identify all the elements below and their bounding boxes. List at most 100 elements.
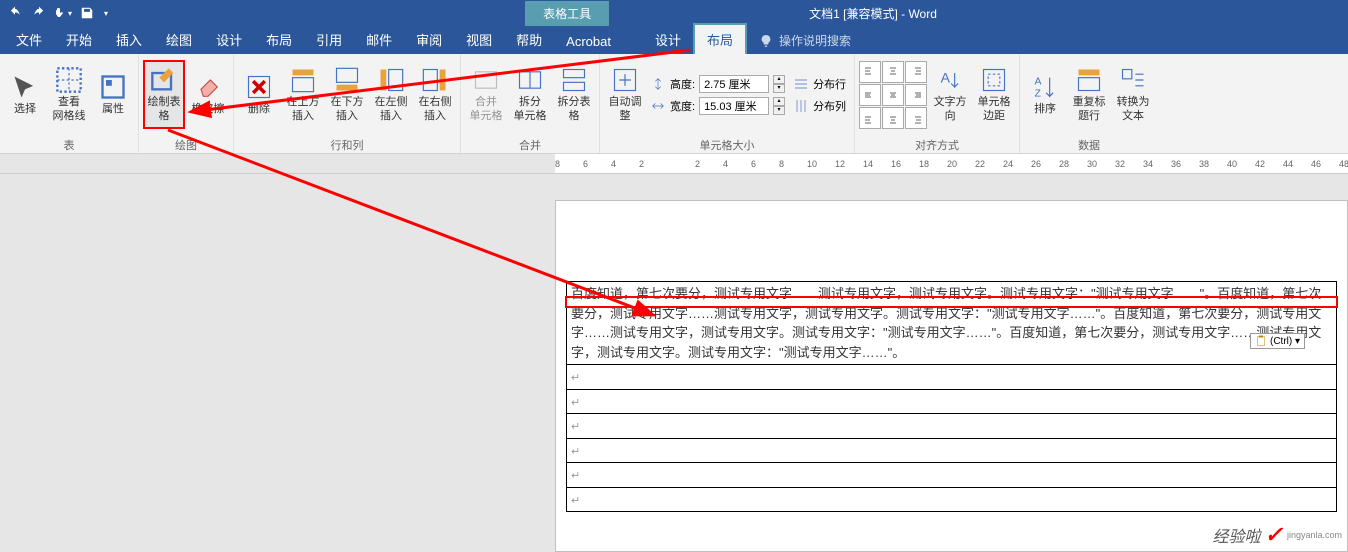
check-icon: ✓ xyxy=(1265,522,1283,548)
delete-icon xyxy=(245,73,273,101)
ribbon-group-draw: 绘制表格 橡皮擦 绘图 xyxy=(139,54,234,153)
autofit-button[interactable]: 自动调整 xyxy=(604,62,646,126)
table-tools-context-label: 表格工具 xyxy=(525,1,609,26)
distribute-columns-button[interactable]: 分布列 xyxy=(789,96,850,116)
tab-insert[interactable]: 插入 xyxy=(104,25,154,54)
table-row[interactable]: ↵ xyxy=(567,414,1337,439)
eraser-icon xyxy=(194,73,222,101)
width-input[interactable]: 15.03 厘米 xyxy=(699,97,769,115)
view-gridlines-button[interactable]: 查看 网格线 xyxy=(48,62,90,126)
repeat-header-rows-button[interactable]: 重复标题行 xyxy=(1068,62,1110,126)
align-mid-center[interactable] xyxy=(882,84,904,106)
split-cells-icon xyxy=(516,66,544,94)
autofit-icon xyxy=(611,66,639,94)
align-bot-left[interactable] xyxy=(859,107,881,129)
lightbulb-icon xyxy=(759,34,773,48)
align-mid-right[interactable] xyxy=(905,84,927,106)
svg-text:A: A xyxy=(1035,76,1042,88)
tab-home[interactable]: 开始 xyxy=(54,25,104,54)
ribbon-group-table: 选择 查看 网格线 属性 表 xyxy=(0,54,139,153)
ribbon-group-cell-size: 自动调整 高度: 2.75 厘米 ▴▾ 宽度: 15.03 厘米 ▴▾ xyxy=(600,54,855,153)
sort-icon: AZ xyxy=(1031,73,1059,101)
insert-below-icon xyxy=(333,66,361,94)
tab-references[interactable]: 引用 xyxy=(304,25,354,54)
ribbon-group-merge: 合并 单元格 拆分 单元格 拆分表格 合并 xyxy=(461,54,600,153)
tab-view[interactable]: 视图 xyxy=(454,25,504,54)
svg-text:Z: Z xyxy=(1035,87,1042,99)
text-direction-button[interactable]: A 文字方向 xyxy=(929,62,971,126)
select-button[interactable]: 选择 xyxy=(4,69,46,120)
merge-cells-button[interactable]: 合并 单元格 xyxy=(465,62,507,126)
height-down[interactable]: ▾ xyxy=(773,84,785,93)
insert-above-button[interactable]: 在上方插入 xyxy=(282,62,324,126)
table-row[interactable]: 百度知道，第七次要分，测试专用文字……测试专用文字，测试专用文字。测试专用文字：… xyxy=(567,282,1337,365)
distribute-rows-button[interactable]: 分布行 xyxy=(789,74,850,94)
undo-button[interactable] xyxy=(6,4,24,22)
ribbon-group-data: AZ 排序 重复标题行 转换为文本 数据 xyxy=(1020,54,1158,153)
convert-to-text-button[interactable]: 转换为文本 xyxy=(1112,62,1154,126)
split-cells-button[interactable]: 拆分 单元格 xyxy=(509,62,551,126)
tell-me-search[interactable]: 操作说明搜索 xyxy=(747,27,863,54)
align-bot-center[interactable] xyxy=(882,107,904,129)
cursor-icon xyxy=(11,73,39,101)
tab-help[interactable]: 帮助 xyxy=(504,25,554,54)
delete-button[interactable]: 删除 xyxy=(238,69,280,120)
tab-acrobat[interactable]: Acrobat xyxy=(554,29,623,54)
split-table-icon xyxy=(560,66,588,94)
table-row[interactable]: ↵ xyxy=(567,463,1337,488)
tab-mailings[interactable]: 邮件 xyxy=(354,25,404,54)
align-bot-right[interactable] xyxy=(905,107,927,129)
save-button[interactable] xyxy=(78,4,96,22)
tab-table-layout[interactable]: 布局 xyxy=(693,23,747,54)
insert-right-button[interactable]: 在右侧插入 xyxy=(414,62,456,126)
table-row[interactable]: ↵ xyxy=(567,389,1337,414)
insert-left-icon xyxy=(377,66,405,94)
cell-margins-icon xyxy=(980,66,1008,94)
svg-text:A: A xyxy=(941,70,951,86)
repeat-header-icon xyxy=(1075,66,1103,94)
sort-button[interactable]: AZ 排序 xyxy=(1024,69,1066,120)
insert-above-icon xyxy=(289,66,317,94)
tab-file[interactable]: 文件 xyxy=(4,25,54,54)
insert-left-button[interactable]: 在左侧插入 xyxy=(370,62,412,126)
table-row[interactable]: ↵ xyxy=(567,365,1337,390)
properties-button[interactable]: 属性 xyxy=(92,69,134,120)
tab-table-design[interactable]: 设计 xyxy=(643,25,693,54)
alignment-grid xyxy=(859,61,927,129)
width-up[interactable]: ▴ xyxy=(773,97,785,106)
insert-below-button[interactable]: 在下方插入 xyxy=(326,62,368,126)
height-up[interactable]: ▴ xyxy=(773,75,785,84)
ribbon-group-rows-columns: 删除 在上方插入 在下方插入 在左侧插入 在右侧插入 行和列 xyxy=(234,54,461,153)
horizontal-ruler[interactable]: 8642246810121416182022242628303234363840… xyxy=(555,154,1348,173)
quick-access-toolbar: ▾ ▾ xyxy=(0,4,114,22)
tab-design[interactable]: 设计 xyxy=(204,25,254,54)
draw-table-button[interactable]: 绘制表格 xyxy=(143,60,185,128)
document-table[interactable]: 百度知道，第七次要分，测试专用文字……测试专用文字，测试专用文字。测试专用文字：… xyxy=(566,281,1337,512)
table-row[interactable]: ↵ xyxy=(567,487,1337,512)
height-input[interactable]: 2.75 厘米 xyxy=(699,75,769,93)
tab-layout[interactable]: 布局 xyxy=(254,25,304,54)
align-top-left[interactable] xyxy=(859,61,881,83)
row-height-icon xyxy=(650,76,666,92)
draw-table-icon xyxy=(150,66,178,94)
document-title: 文档1 [兼容模式] - Word xyxy=(809,5,937,22)
properties-icon xyxy=(99,73,127,101)
width-down[interactable]: ▾ xyxy=(773,106,785,115)
align-top-center[interactable] xyxy=(882,61,904,83)
ribbon: 选择 查看 网格线 属性 表 绘制表格 橡皮擦 绘图 xyxy=(0,54,1348,154)
col-width-icon xyxy=(650,98,666,114)
touch-mode-button[interactable]: ▾ xyxy=(54,4,72,22)
align-top-right[interactable] xyxy=(905,61,927,83)
align-mid-left[interactable] xyxy=(859,84,881,106)
redo-button[interactable] xyxy=(30,4,48,22)
paste-options-button[interactable]: (Ctrl) ▾ xyxy=(1250,333,1305,349)
cell-margins-button[interactable]: 单元格 边距 xyxy=(973,62,1015,126)
tab-draw[interactable]: 绘图 xyxy=(154,25,204,54)
document-page[interactable]: 百度知道，第七次要分，测试专用文字……测试专用文字，测试专用文字。测试专用文字：… xyxy=(555,200,1348,552)
qat-customize-icon[interactable]: ▾ xyxy=(104,9,108,18)
tab-review[interactable]: 审阅 xyxy=(404,25,454,54)
table-row[interactable]: ↵ xyxy=(567,438,1337,463)
text-direction-icon: A xyxy=(936,66,964,94)
split-table-button[interactable]: 拆分表格 xyxy=(553,62,595,126)
eraser-button[interactable]: 橡皮擦 xyxy=(187,69,229,120)
